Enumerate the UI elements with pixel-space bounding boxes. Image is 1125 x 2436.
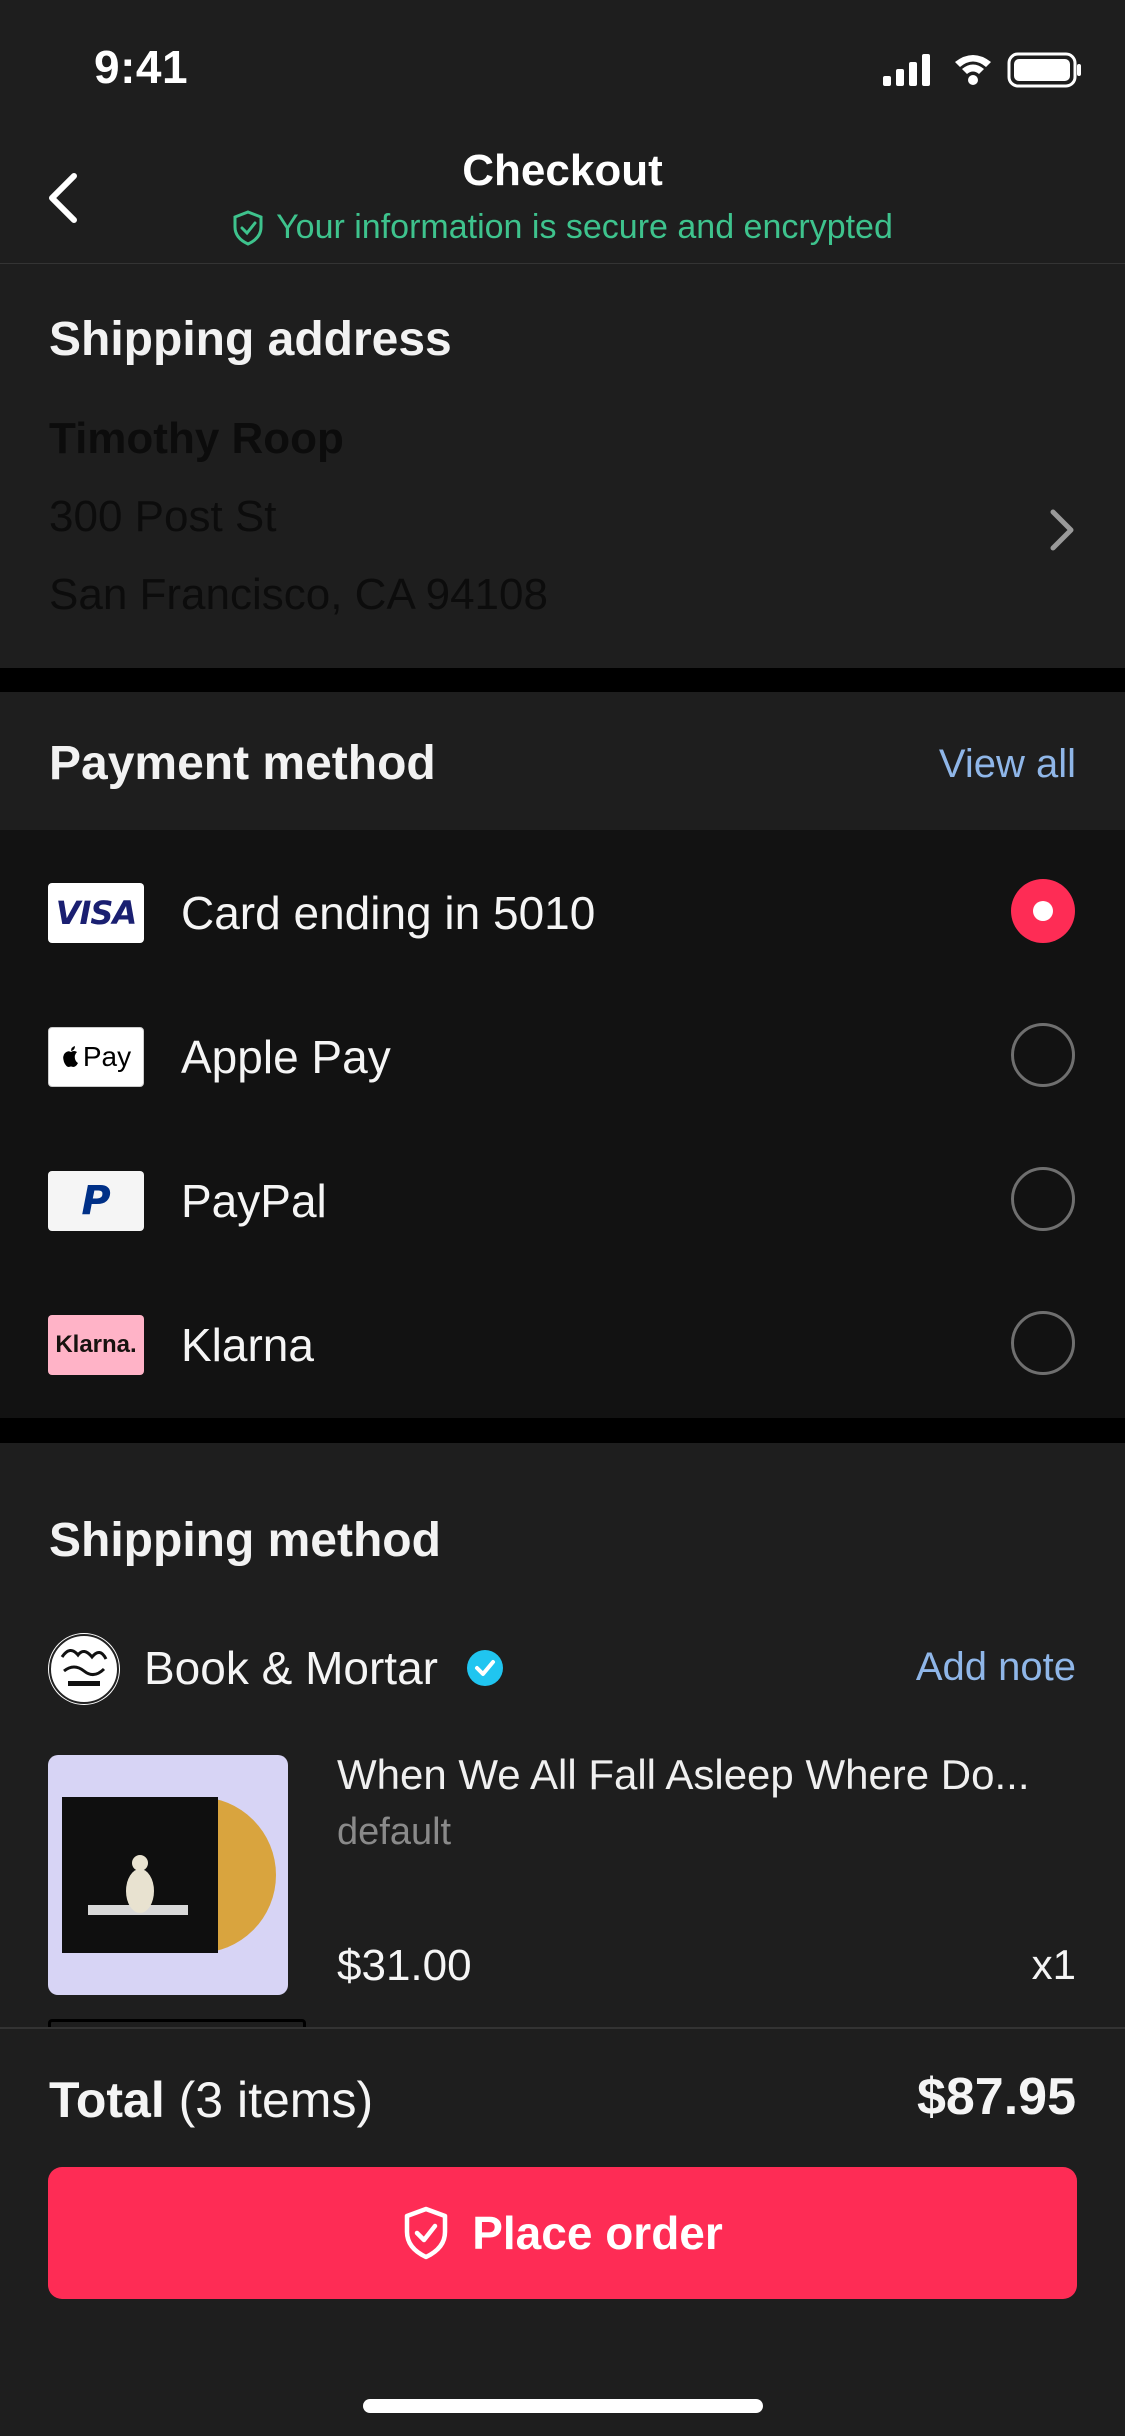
total-value: $87.95 (916, 2068, 1076, 2126)
radio-unselected[interactable] (1011, 1023, 1075, 1087)
total-label: Total (3 items) (49, 2071, 373, 2129)
signal-icon (883, 54, 930, 86)
payment-option-label: Card ending in 5010 (181, 887, 596, 939)
checkout-footer: Total (3 items) $87.95 Place order (0, 2027, 1125, 2436)
klarna-logo-icon: Klarna. (48, 1315, 144, 1375)
shipping-address-title: Shipping address (49, 313, 452, 366)
payment-option-card[interactable]: VISA Card ending in 5010 (0, 830, 1125, 974)
payment-method-title: Payment method (49, 737, 436, 790)
payment-option-label: PayPal (181, 1175, 327, 1227)
product-variant: default (337, 1811, 452, 1853)
address-street: 300 Post St (49, 492, 277, 541)
product-quantity: x1 (1031, 1941, 1076, 1988)
radio-unselected[interactable] (1011, 1167, 1075, 1231)
add-note-link[interactable]: Add note (916, 1645, 1076, 1690)
visa-logo-icon: VISA (48, 883, 144, 943)
wifi-icon (955, 55, 991, 85)
status-bar: 9:41 (0, 0, 1125, 132)
status-time: 9:41 (94, 41, 189, 93)
apple-icon (63, 1046, 78, 1067)
secure-notice: Your information is secure and encrypted (0, 208, 1125, 247)
section-divider (0, 668, 1125, 692)
payment-method-list: VISA Card ending in 5010 Pay Apple Pay P… (0, 830, 1125, 1418)
apple-pay-logo-icon: Pay (48, 1027, 144, 1087)
radio-selected[interactable] (1011, 879, 1075, 943)
payment-option-klarna[interactable]: Klarna. Klarna (0, 1262, 1125, 1406)
shipping-method-title: Shipping method (49, 1514, 441, 1567)
product-title: When We All Fall Asleep Where Do... (337, 1751, 1030, 1798)
place-order-button[interactable]: Place order (48, 2167, 1077, 2299)
total-label-text: Total (49, 2072, 165, 2128)
seller-avatar[interactable] (48, 1633, 120, 1705)
address-name: Timothy Roop (49, 414, 344, 463)
product-image[interactable] (48, 1755, 288, 1995)
seller-name[interactable]: Book & Mortar (144, 1641, 438, 1695)
shipping-method-section: Shipping method Book & Mortar Add note W… (0, 1443, 1125, 2033)
shield-check-icon (233, 209, 263, 246)
payment-option-apple-pay[interactable]: Pay Apple Pay (0, 974, 1125, 1118)
payment-option-label: Klarna (181, 1319, 314, 1371)
radio-unselected[interactable] (1011, 1311, 1075, 1375)
section-divider (0, 1418, 1125, 1443)
page-title: Checkout (462, 146, 663, 195)
status-icons (883, 50, 1083, 90)
shield-check-icon (404, 2206, 448, 2260)
address-city: San Francisco, CA 94108 (49, 570, 548, 619)
total-items-count: (3 items) (178, 2072, 374, 2128)
chevron-right-icon (1050, 509, 1074, 551)
battery-icon (1007, 52, 1081, 88)
paypal-logo-icon: P (48, 1171, 144, 1231)
secure-text: Your information is secure and encrypted (276, 208, 893, 246)
payment-header: Payment method View all (0, 692, 1125, 830)
product-price: $31.00 (337, 1941, 472, 1990)
home-indicator (363, 2399, 763, 2413)
view-all-link[interactable]: View all (939, 742, 1076, 787)
payment-option-paypal[interactable]: P PayPal (0, 1118, 1125, 1262)
shipping-address-card[interactable]: Shipping address Timothy Roop 300 Post S… (0, 264, 1125, 668)
payment-option-label: Apple Pay (181, 1031, 391, 1083)
checkout-header: Checkout Your information is secure and … (0, 132, 1125, 264)
place-order-label: Place order (472, 2207, 723, 2259)
verified-badge-icon (467, 1650, 503, 1686)
